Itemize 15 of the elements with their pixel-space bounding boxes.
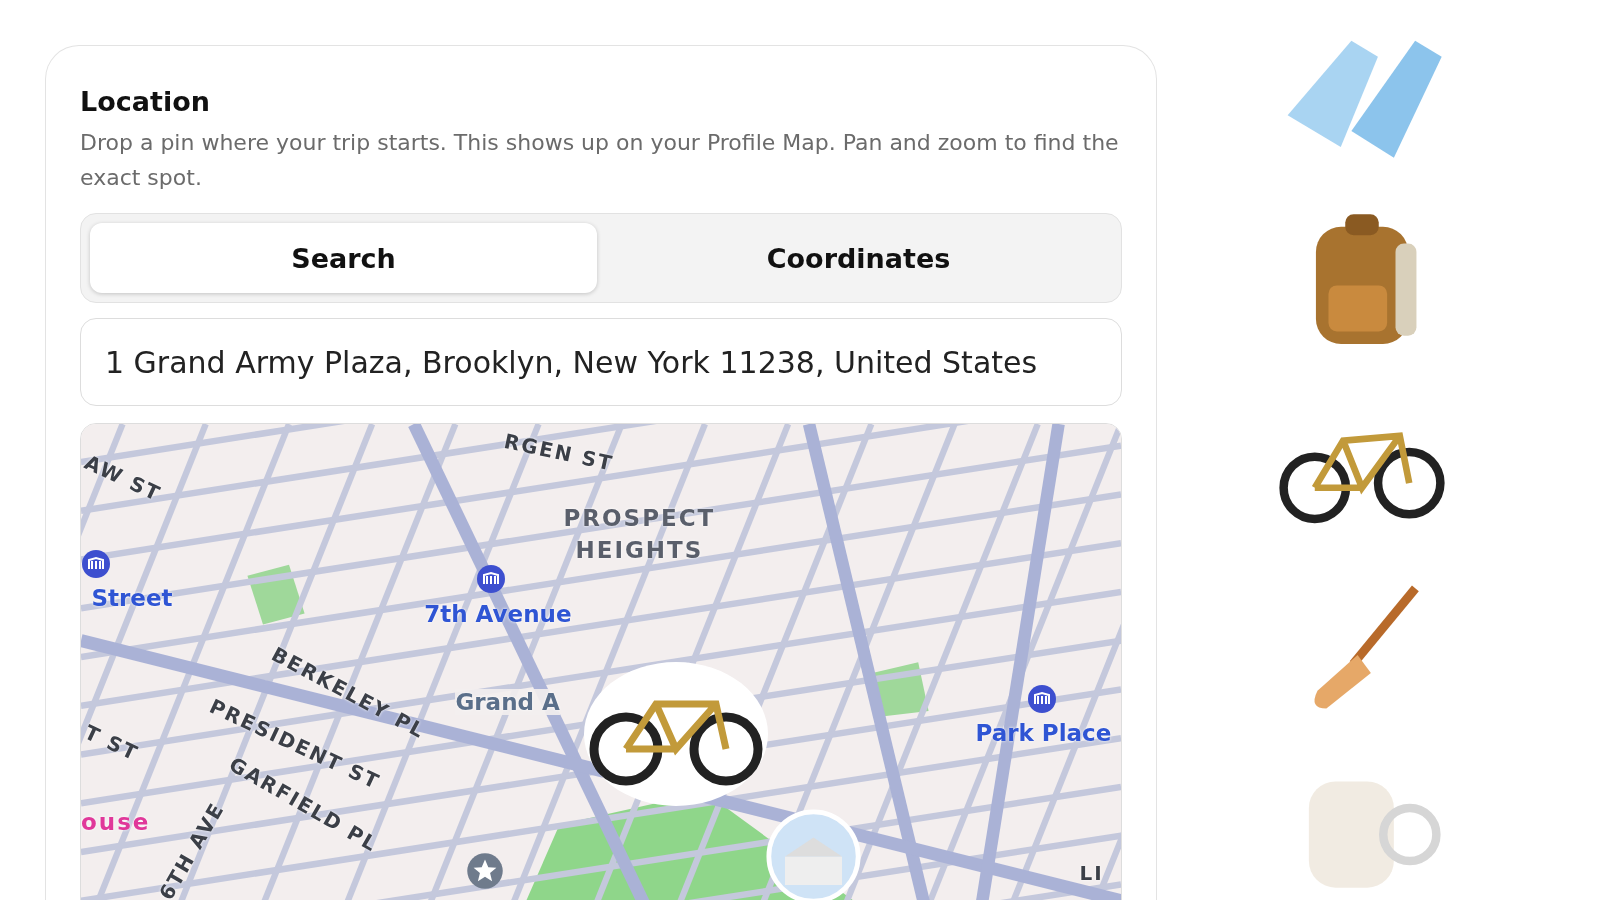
map-label: T ST — [81, 720, 143, 767]
tab[interactable]: Coordinates — [605, 223, 1112, 293]
tab[interactable]: Search — [90, 223, 597, 293]
map-label: PROSPECT HEIGHTS — [562, 504, 717, 565]
address-field[interactable]: 1 Grand Army Plaza, Brooklyn, New York 11238, United States — [80, 318, 1122, 406]
map-label: ouse — [81, 808, 151, 835]
map-label: 7th Avenue — [424, 600, 572, 627]
map-label: Street — [91, 585, 173, 612]
section-description: Drop a pin where your trip starts. This shows up on your Profile Map. Pan and zoom to find the exact spot. — [80, 129, 1120, 192]
map-label: Grand A — [455, 689, 560, 716]
map-label: AW ST — [81, 450, 166, 507]
map-label: LI — [1079, 860, 1104, 885]
map-label: Park Place — [975, 720, 1112, 747]
section-title: Location — [80, 86, 211, 117]
map-label: RGEN ST — [502, 429, 617, 476]
